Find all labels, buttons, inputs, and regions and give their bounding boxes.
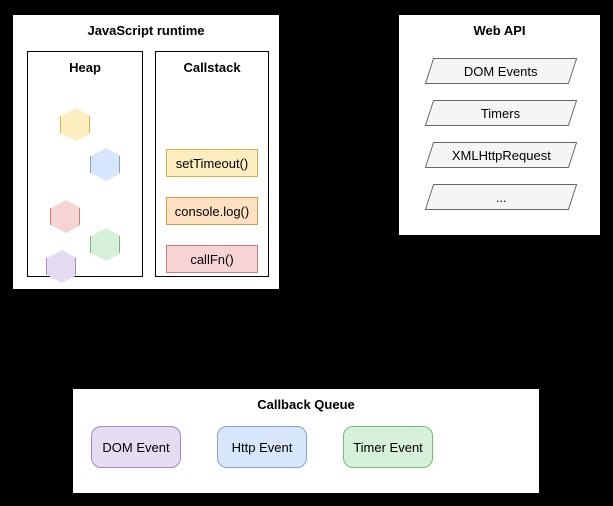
runtime-title: JavaScript runtime	[13, 15, 279, 46]
callback-item: DOM Event	[91, 426, 181, 468]
webapi-item-label: DOM Events	[464, 64, 538, 79]
webapi-item: XMLHttpRequest	[425, 142, 577, 168]
heap-object-hex	[90, 227, 120, 261]
callstack-panel: Callstack setTimeout() console.log() callF…	[155, 51, 269, 277]
callback-item: Timer Event	[343, 426, 433, 468]
heap-object-hex	[60, 107, 90, 141]
webapi-item-label: XMLHttpRequest	[452, 148, 551, 163]
js-runtime-panel: JavaScript runtime Heap Callstack setTim…	[12, 14, 280, 290]
webapi-item-label: ...	[496, 190, 507, 205]
heap-title: Heap	[28, 52, 142, 83]
callstack-frame: callFn()	[166, 245, 258, 273]
webapi-item: Timers	[425, 100, 577, 126]
heap-object-hex	[90, 147, 120, 181]
heap-object-hex	[50, 199, 80, 233]
webapi-item: DOM Events	[425, 58, 577, 84]
callstack-frame: console.log()	[166, 197, 258, 225]
callback-item: Http Event	[217, 426, 307, 468]
heap-panel: Heap	[27, 51, 143, 277]
callstack-frame: setTimeout()	[166, 149, 258, 177]
queue-title: Callback Queue	[73, 389, 539, 420]
callstack-title: Callstack	[156, 52, 268, 83]
webapi-item-label: Timers	[481, 106, 520, 121]
webapi-title: Web API	[399, 15, 600, 46]
callback-queue-panel: Callback Queue DOM Event Http Event Timer …	[72, 388, 540, 494]
webapi-item: ...	[425, 184, 577, 210]
webapi-panel: Web API DOM Events Timers XMLHttpRequest..…	[398, 14, 601, 236]
heap-object-hex	[46, 249, 76, 283]
